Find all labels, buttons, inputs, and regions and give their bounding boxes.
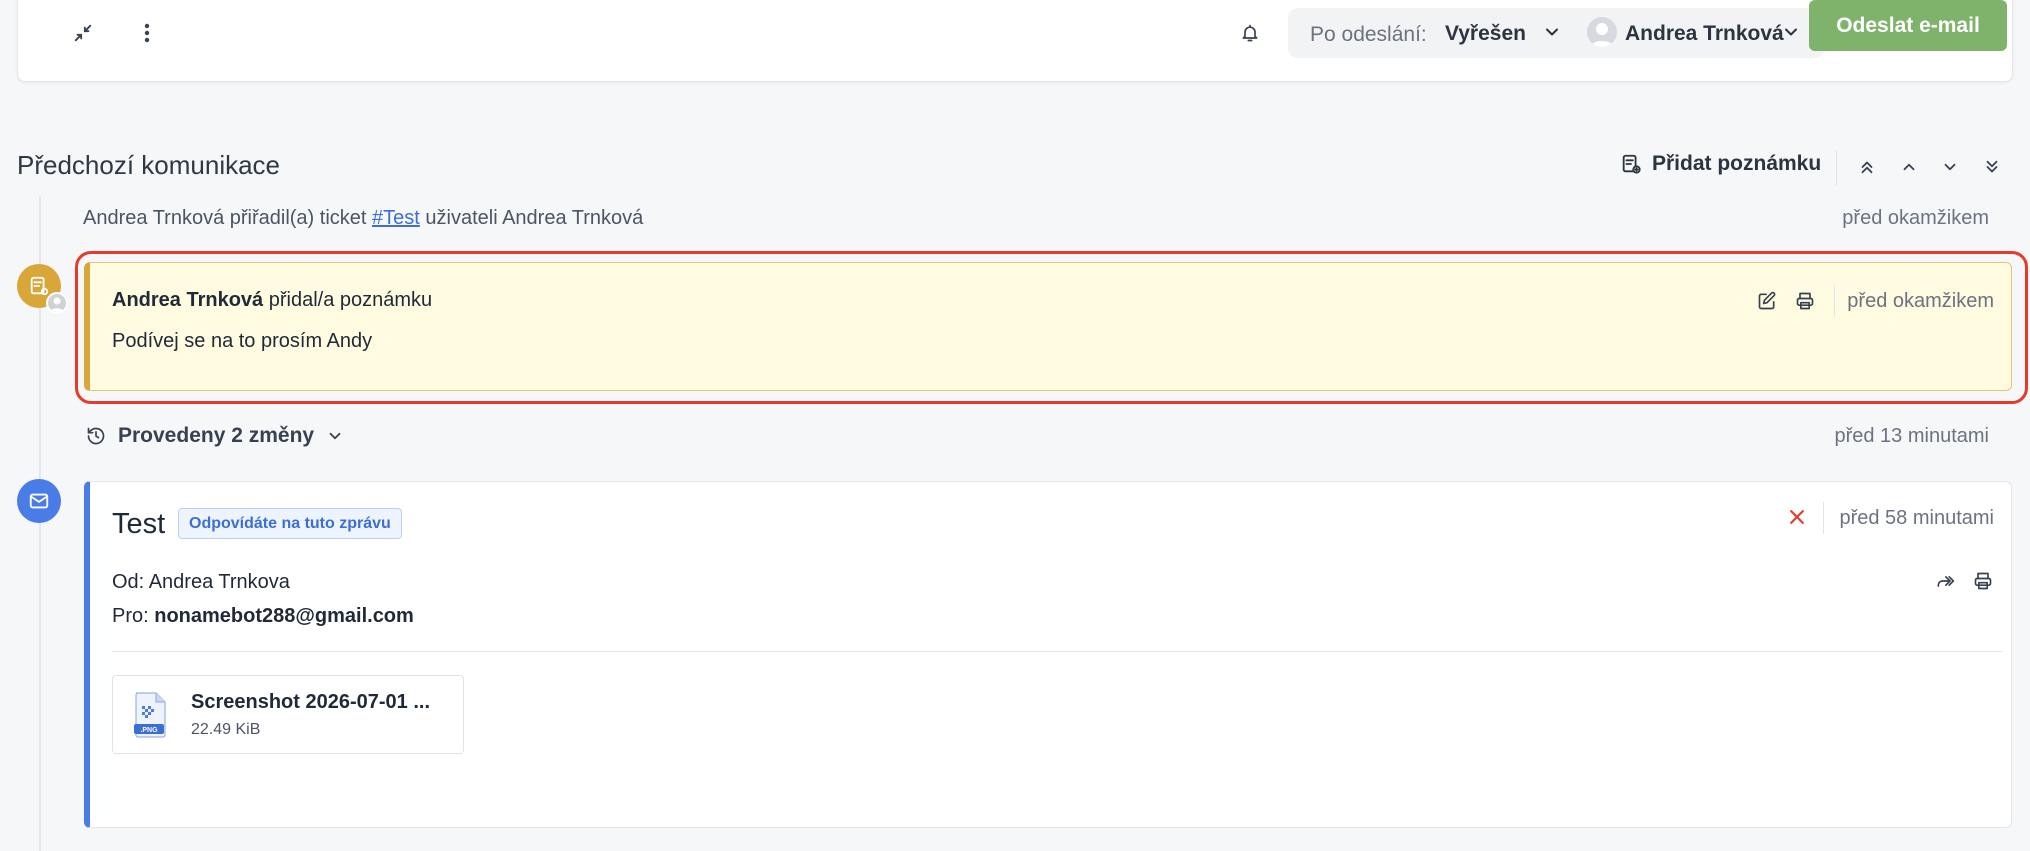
changes-label: Provedeny 2 změny bbox=[118, 424, 315, 447]
attachment-name: Screenshot 2026-07-01 ... bbox=[191, 691, 431, 713]
reply-badge: Odpovídáte na tuto zprávu bbox=[178, 508, 402, 539]
from-value: Andrea Trnkova bbox=[148, 571, 290, 593]
email-icon bbox=[17, 479, 61, 523]
to-value: nonamebot288@gmail.com bbox=[154, 605, 414, 627]
close-icon[interactable] bbox=[1784, 504, 1810, 530]
divider bbox=[112, 651, 2002, 652]
add-note-label: Přidat poznámku bbox=[1652, 152, 1822, 175]
chevron-up-icon[interactable] bbox=[1896, 154, 1922, 180]
more-options-icon[interactable] bbox=[129, 15, 165, 51]
activity-text: Andrea Trnková přiřadil(a) ticket bbox=[83, 207, 373, 229]
divider bbox=[1834, 285, 1835, 317]
note-card: Andrea Trnková přidal/a poznámku Podívej… bbox=[84, 262, 2012, 391]
chevron-down-icon[interactable] bbox=[1937, 154, 1963, 180]
timestamp: před okamžikem bbox=[1842, 207, 1989, 229]
chevrons-up-icon[interactable] bbox=[1854, 154, 1880, 180]
note-header: Andrea Trnková přidal/a poznámku bbox=[112, 289, 432, 312]
changes-toggle[interactable]: Provedeny 2 změny bbox=[86, 424, 344, 448]
assignment-activity: Andrea Trnková přiřadil(a) ticket #Test … bbox=[83, 207, 643, 230]
composer-toolbar: Po odeslání: Vyřešen Andrea Trnková Odes… bbox=[17, 0, 2013, 82]
timestamp: před okamžikem bbox=[1847, 290, 1994, 312]
divider bbox=[1836, 150, 1837, 186]
attachment-size: 22.49 KiB bbox=[191, 721, 261, 738]
chevron-down-icon[interactable] bbox=[1542, 22, 1562, 42]
avatar bbox=[46, 292, 68, 314]
send-email-button[interactable]: Odeslat e-mail bbox=[1809, 0, 2007, 51]
divider bbox=[1823, 502, 1824, 534]
attachment-card[interactable]: .PNG Screenshot 2026-07-01 ... 22.49 KiB bbox=[112, 675, 464, 754]
email-subject: Test bbox=[112, 508, 166, 540]
after-send-status-group: Po odeslání: Vyřešen Andrea Trnková bbox=[1288, 8, 1825, 58]
note-add-icon bbox=[1622, 154, 1641, 174]
png-file-icon: .PNG bbox=[134, 692, 166, 738]
edit-icon[interactable] bbox=[1754, 288, 1780, 314]
note-text: Podívej se na to prosím Andy bbox=[112, 330, 373, 352]
note-author: Andrea Trnková bbox=[112, 289, 264, 311]
assignee-dropdown[interactable]: Andrea Trnková bbox=[1625, 22, 1784, 46]
history-icon bbox=[87, 427, 105, 445]
section-title: Předchozí komunikace bbox=[17, 150, 281, 180]
add-note-button[interactable]: Přidat poznámku bbox=[1620, 152, 1821, 176]
bell-icon[interactable] bbox=[1232, 15, 1268, 51]
status-dropdown[interactable]: Vyřešen bbox=[1445, 22, 1526, 46]
print-icon[interactable] bbox=[1970, 568, 1996, 594]
forward-icon[interactable] bbox=[1932, 568, 1958, 594]
from-label: Od: bbox=[112, 571, 145, 593]
activity-text: uživateli Andrea Trnková bbox=[419, 207, 644, 229]
note-action: přidal/a poznámku bbox=[263, 289, 433, 311]
after-send-label: Po odeslání: bbox=[1310, 23, 1427, 46]
email-card: Test Odpovídáte na tuto zprávu před 58 m… bbox=[84, 481, 2012, 828]
print-icon[interactable] bbox=[1792, 288, 1818, 314]
chevron-down-icon bbox=[329, 432, 341, 440]
chevrons-down-icon[interactable] bbox=[1979, 154, 2005, 180]
email-to: Pro: nonamebot288@gmail.com bbox=[112, 605, 414, 628]
timestamp: před 13 minutami bbox=[1834, 425, 1989, 447]
file-type-label: .PNG bbox=[140, 727, 158, 734]
ticket-link[interactable]: #Test bbox=[372, 207, 420, 229]
timestamp: před 58 minutami bbox=[1839, 507, 1994, 529]
chevron-down-icon[interactable] bbox=[1781, 22, 1801, 42]
collapse-icon[interactable] bbox=[65, 15, 101, 51]
email-from: Od: Andrea Trnkova bbox=[112, 571, 290, 594]
avatar bbox=[1587, 17, 1617, 47]
to-label: Pro: bbox=[112, 605, 149, 627]
